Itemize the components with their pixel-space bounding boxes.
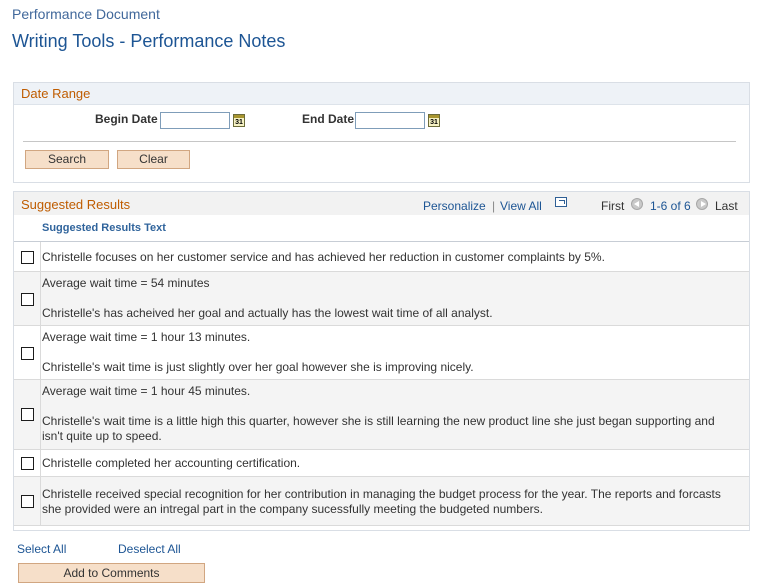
page-range: 1-6 of 6 xyxy=(650,199,691,213)
date-range-header: Date Range xyxy=(14,83,749,105)
view-all-link[interactable]: View All xyxy=(500,199,542,213)
row-checkbox[interactable] xyxy=(21,457,34,470)
date-range-divider xyxy=(23,141,736,142)
results-header: Suggested Results Personalize | View All… xyxy=(14,192,749,215)
first-label: First xyxy=(601,199,625,213)
row-text: Christelle completed her accounting cert… xyxy=(42,456,301,470)
nav-separator: | xyxy=(492,199,496,213)
personalize-link[interactable]: Personalize xyxy=(423,199,486,213)
page-title: Writing Tools - Performance Notes xyxy=(12,31,286,51)
next-arrow-icon[interactable] xyxy=(696,198,708,210)
doc-title: Performance Document xyxy=(12,6,160,22)
search-button[interactable]: Search xyxy=(25,150,109,169)
row-checkbox[interactable] xyxy=(21,347,34,360)
table-row: Christelle received special recognition … xyxy=(14,477,749,526)
table-row: Average wait time = 1 hour 45 minutes. C… xyxy=(14,380,749,450)
row-text: Average wait time = 1 hour 13 minutes. C… xyxy=(42,330,474,374)
table-row: Christelle focuses on her customer servi… xyxy=(14,242,749,272)
suggested-results-label: Suggested Results xyxy=(21,197,131,212)
begin-date-calendar-icon[interactable]: 31 xyxy=(233,114,245,127)
view-all-icon[interactable] xyxy=(555,197,567,207)
end-date-label: End Date xyxy=(302,112,355,126)
suggested-results-grid: Suggested Results Personalize | View All… xyxy=(13,191,750,531)
end-date-input[interactable] xyxy=(355,112,425,129)
results-column-header: Suggested Results Text xyxy=(14,215,749,242)
row-text: Average wait time = 54 minutes Christell… xyxy=(42,276,493,320)
deselect-all-link[interactable]: Deselect All xyxy=(118,542,181,556)
end-date-calendar-icon[interactable]: 31 xyxy=(428,114,440,127)
date-range-box: Date Range Begin Date 31 End Date 31 Sea… xyxy=(13,82,750,183)
row-checkbox[interactable] xyxy=(21,251,34,264)
suggested-results-text-header[interactable]: Suggested Results Text xyxy=(42,222,166,234)
row-checkbox[interactable] xyxy=(21,495,34,508)
select-all-link[interactable]: Select All xyxy=(17,542,66,556)
clear-button[interactable]: Clear xyxy=(117,150,190,169)
last-label: Last xyxy=(715,199,738,213)
row-text: Christelle focuses on her customer servi… xyxy=(42,250,605,264)
row-text: Average wait time = 1 hour 45 minutes. C… xyxy=(42,384,715,443)
date-range-label: Date Range xyxy=(21,86,91,101)
previous-arrow-icon[interactable] xyxy=(631,198,643,210)
begin-date-input[interactable] xyxy=(160,112,230,129)
row-text: Christelle received special recognition … xyxy=(42,487,721,516)
table-row: Average wait time = 1 hour 13 minutes. C… xyxy=(14,326,749,380)
add-to-comments-button[interactable]: Add to Comments xyxy=(18,563,205,583)
begin-date-label: Begin Date xyxy=(95,112,158,126)
table-row: Average wait time = 54 minutes Christell… xyxy=(14,272,749,326)
row-checkbox[interactable] xyxy=(21,293,34,306)
table-row: Christelle completed her accounting cert… xyxy=(14,450,749,477)
row-checkbox[interactable] xyxy=(21,408,34,421)
